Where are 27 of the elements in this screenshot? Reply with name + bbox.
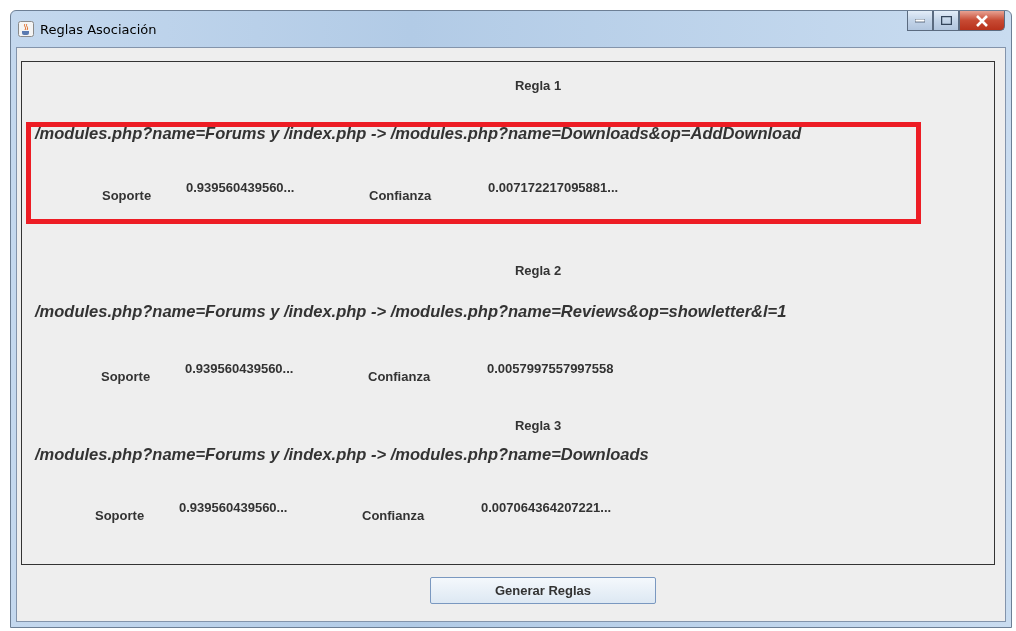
rule-expression: /modules.php?name=Forums y /index.php -> /modules.php?name=Downloads [35,445,650,464]
maximize-button[interactable] [933,11,959,31]
generate-rules-button[interactable]: Generar Reglas [430,576,656,604]
confidence-value: 0.0057997557997558 [487,361,615,378]
coffee-cup-icon [18,21,34,37]
confidence-value: 0.007064364207221... [481,500,613,517]
support-value: 0.939560439560... [186,180,296,197]
support-value: 0.939560439560... [179,500,289,517]
minimize-icon [915,18,925,23]
confidence-value: 0.007172217095881... [488,180,620,197]
support-label: Soporte [102,187,153,205]
rule-title: Regla 3 [514,418,562,433]
minimize-button[interactable] [907,11,933,31]
close-icon [975,14,989,27]
support-label: Soporte [101,368,152,386]
support-value: 0.939560439560... [185,361,295,378]
window-title: Reglas Asociación [40,21,157,37]
rule-expression: /modules.php?name=Forums y /index.php -> /modules.php?name=Reviews&op=showletter&l=1 [35,302,788,321]
maximize-icon [940,16,952,25]
rule-title: Regla 1 [514,78,562,93]
rule-title: Regla 2 [514,263,562,278]
support-label: Soporte [95,507,146,525]
confidence-label: Confianza [369,187,433,205]
rule-expression: /modules.php?name=Forums y /index.php -> /modules.php?name=Downloads&op=AddDownload [35,124,803,143]
confidence-label: Confianza [362,507,426,525]
close-button[interactable] [959,11,1005,31]
confidence-label: Confianza [368,368,432,386]
